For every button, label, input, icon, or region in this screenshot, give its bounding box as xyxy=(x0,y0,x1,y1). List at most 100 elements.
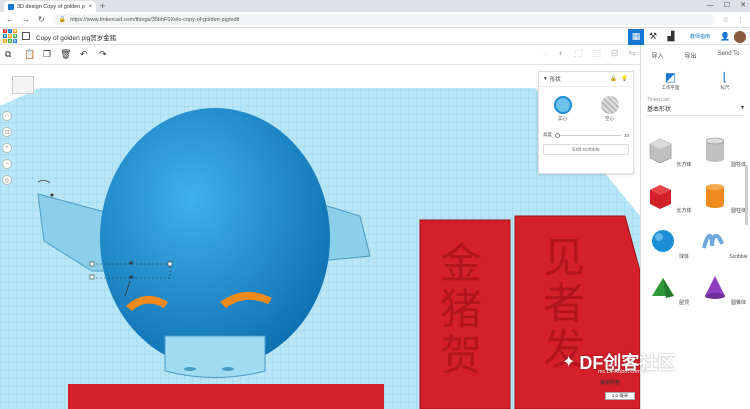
nostril xyxy=(222,367,234,371)
close-window-icon[interactable]: ✕ xyxy=(740,0,746,12)
cone-icon xyxy=(704,276,725,299)
handle xyxy=(129,261,133,265)
box-hole-icon xyxy=(649,138,672,164)
zoom-in-icon[interactable]: + xyxy=(2,143,12,153)
handle xyxy=(89,274,95,280)
zoom-out-icon[interactable]: − xyxy=(2,159,12,169)
slider-knob[interactable] xyxy=(555,132,560,138)
send-to-button[interactable]: Send To xyxy=(718,51,740,60)
url-field[interactable]: 🔒 https://www.tinkercad.com/things/35bhF… xyxy=(52,14,715,25)
shape-box-hole[interactable]: 长方体 xyxy=(641,134,696,168)
shape-scribble[interactable]: Scribble xyxy=(696,226,750,260)
panel-scrollbar[interactable] xyxy=(745,165,748,225)
editor-toolbar: ⧉ 📋 ❐ 🗑 ↶ ↷ ◌ ◐ ⬚ ⬚ ⊟ ⇋ xyxy=(0,45,640,65)
shape-cone[interactable]: 圆锥体 xyxy=(696,272,750,306)
box-icon xyxy=(650,185,672,209)
view-cube[interactable] xyxy=(12,76,34,94)
solid-label: 实心 xyxy=(558,116,567,121)
pig-snout xyxy=(164,335,266,378)
ruler-label: 标尺 xyxy=(720,85,730,90)
char-zhu: 猪 xyxy=(440,285,482,334)
star-icon[interactable]: ☆ xyxy=(723,16,729,24)
pig-body xyxy=(100,108,330,368)
handle xyxy=(89,261,95,267)
shape-sphere[interactable]: 球体 xyxy=(641,226,696,260)
shape-grid: 长方体 圆柱体 长方体 圆柱体 球体 Scribble 屋顶 圆锥体 xyxy=(641,134,750,306)
shape-cylinder[interactable]: 圆柱体 xyxy=(696,180,750,214)
perspective-icon[interactable]: ◎ xyxy=(2,175,12,185)
back-icon[interactable]: ← xyxy=(6,15,14,24)
ungroup-icon[interactable]: ⬚ xyxy=(592,48,601,59)
redo-icon[interactable]: ↷ xyxy=(99,49,107,60)
paste-icon[interactable]: 📋 xyxy=(24,49,35,60)
logo-letter: E xyxy=(7,33,13,39)
shape-label: 球体 xyxy=(678,254,689,260)
library-select[interactable]: 基本形状 ▾ xyxy=(647,104,744,116)
undo-icon[interactable]: ↶ xyxy=(80,49,88,60)
hammer-icon[interactable]: ⚒ xyxy=(644,31,662,42)
duplicate-icon[interactable]: ❐ xyxy=(43,49,51,60)
logo-letter: R xyxy=(12,33,17,39)
align-icon[interactable]: ⊟ xyxy=(611,48,619,59)
new-tab-button[interactable]: + xyxy=(100,1,105,11)
shape-label: 圆锥体 xyxy=(730,300,746,306)
avatar[interactable] xyxy=(734,30,746,43)
collapse-icon[interactable]: ▾ xyxy=(544,76,547,82)
height-slider[interactable]: 高度 10 xyxy=(543,132,629,138)
design-list-icon[interactable] xyxy=(22,32,30,40)
shape-label: 长方体 xyxy=(676,208,692,214)
slider-value: 10 xyxy=(623,132,629,138)
library-label: Tinkercad xyxy=(647,97,669,103)
export-button[interactable]: 导出 xyxy=(685,51,697,60)
menu-icon[interactable]: ⋮ xyxy=(737,16,744,24)
project-title[interactable]: Copy of golden pig贺岁金猪 xyxy=(36,32,116,42)
tinkercad-logo[interactable]: T I N K E R C A D xyxy=(3,29,17,43)
workplane-tool[interactable]: ◩ 工作平面 xyxy=(662,70,680,91)
maximize-icon[interactable]: ☐ xyxy=(724,0,730,12)
shape-box[interactable]: 长方体 xyxy=(641,180,696,214)
lock-icon: 🔒 xyxy=(58,17,67,23)
chevron-down-icon: ▾ xyxy=(740,105,744,111)
forward-icon[interactable]: → xyxy=(22,15,30,24)
tab-close-icon[interactable]: × xyxy=(88,4,92,10)
browser-tab[interactable]: 3D design Copy of golden pig × xyxy=(4,1,96,12)
cylinder-icon xyxy=(705,184,724,208)
view-controls: ⌂ ⊡ + − ◎ xyxy=(2,111,12,185)
reload-icon[interactable]: ↻ xyxy=(38,15,45,24)
window-controls: — ☐ ✕ xyxy=(707,0,746,12)
light-bulb-icon[interactable]: 💡 xyxy=(621,76,628,82)
fit-view-icon[interactable]: ⊡ xyxy=(2,127,12,137)
blocks-icon[interactable]: ▟ xyxy=(662,31,680,42)
teacher-guide-link[interactable]: 教师指南 xyxy=(690,33,710,40)
logo-letter: C xyxy=(3,38,8,43)
ruler-tool[interactable]: ⌊ 标尺 xyxy=(721,70,730,91)
delete-icon[interactable]: 🗑 xyxy=(60,49,71,60)
tab-title: 3D design Copy of golden pig xyxy=(17,3,86,10)
group-icon[interactable]: ⬚ xyxy=(574,48,583,59)
snap-grid-select[interactable]: 1.0 毫米 xyxy=(605,392,635,400)
hole-option[interactable]: 空心 xyxy=(600,96,619,122)
add-user-icon[interactable]: 👤 xyxy=(720,32,730,41)
home-view-icon[interactable]: ⌂ xyxy=(2,111,12,121)
handle xyxy=(50,193,54,197)
workplane-icon: ◩ xyxy=(664,70,677,84)
library-value: 基本形状 xyxy=(647,107,672,113)
grid-view-icon[interactable]: ▦ xyxy=(628,28,645,45)
mirror-icon[interactable]: ⇋ xyxy=(628,48,636,59)
char-he: 贺 xyxy=(440,331,482,380)
shape-roof[interactable]: 屋顶 xyxy=(641,272,696,306)
copy-icon[interactable]: ⧉ xyxy=(5,49,11,60)
logo-letter: N xyxy=(12,29,17,34)
lock-shape-icon[interactable]: 🔒 xyxy=(610,76,617,82)
logo-letter: I xyxy=(7,29,13,34)
shape-cylinder-hole[interactable]: 圆柱体 xyxy=(696,134,750,168)
minimize-icon[interactable]: — xyxy=(707,0,714,12)
solid-option[interactable]: 实心 xyxy=(553,96,572,122)
edit-scribble-button[interactable]: Edit scribble xyxy=(543,144,629,155)
workplane-label: 工作平面 xyxy=(661,85,680,90)
light-icon[interactable]: ◐ xyxy=(558,48,563,59)
logo-letter: K xyxy=(3,33,8,39)
import-button[interactable]: 导入 xyxy=(652,51,664,60)
note-icon[interactable]: ◌ xyxy=(543,48,548,59)
nostril xyxy=(184,367,196,371)
